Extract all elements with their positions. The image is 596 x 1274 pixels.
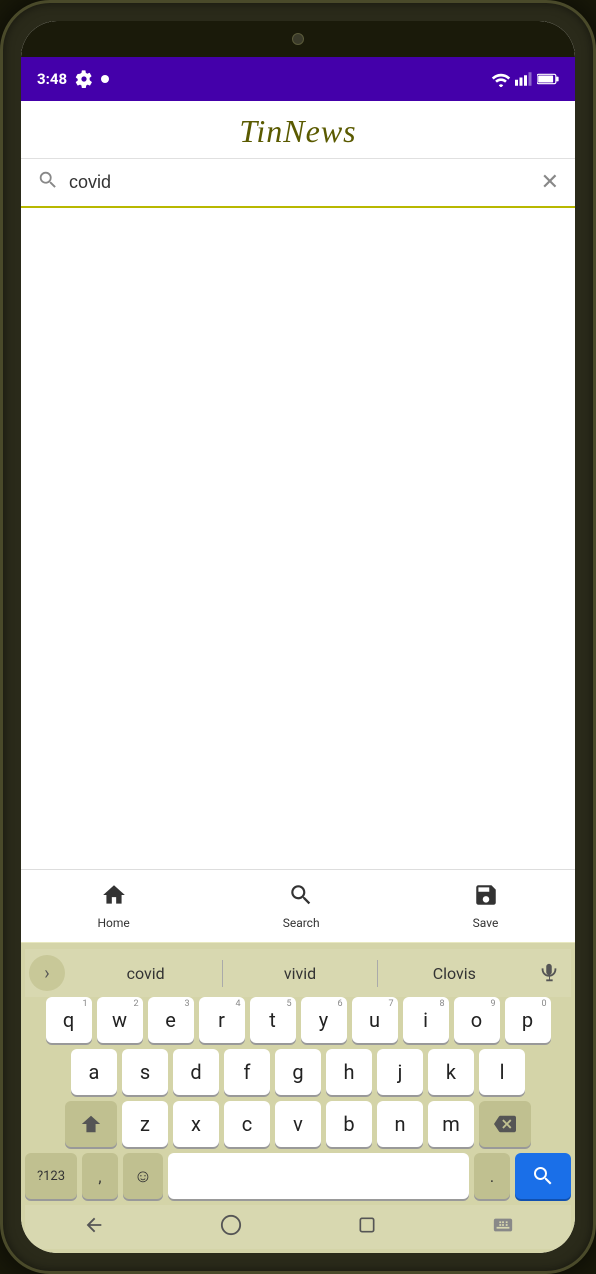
keyboard: › covid vivid Clovis 1q 2w 3e 4r 5t: [21, 943, 575, 1253]
key-shift[interactable]: [65, 1101, 117, 1147]
search-icon: [37, 169, 59, 196]
camera-bar: [21, 21, 575, 57]
key-t[interactable]: 5t: [250, 997, 296, 1043]
key-u[interactable]: 7u: [352, 997, 398, 1043]
key-comma[interactable]: ,: [82, 1153, 118, 1199]
suggestion-word-3[interactable]: Clovis: [378, 960, 531, 987]
key-c[interactable]: c: [224, 1101, 270, 1147]
key-r[interactable]: 4r: [199, 997, 245, 1043]
key-a[interactable]: a: [71, 1049, 117, 1095]
bottom-nav: Home Search Save: [21, 869, 575, 943]
nav-home-circle[interactable]: [220, 1214, 242, 1240]
nav-item-save[interactable]: Save: [449, 878, 523, 934]
key-symbols[interactable]: ?123: [25, 1153, 77, 1199]
key-d[interactable]: d: [173, 1049, 219, 1095]
key-emoji[interactable]: ☺: [123, 1153, 163, 1199]
key-x[interactable]: x: [173, 1101, 219, 1147]
key-row-3: z x c v b n m: [25, 1101, 571, 1147]
status-time: 3:48: [37, 70, 67, 88]
key-w[interactable]: 2w: [97, 997, 143, 1043]
key-b[interactable]: b: [326, 1101, 372, 1147]
search-bar[interactable]: ✕: [21, 159, 575, 208]
camera-dot: [292, 33, 304, 45]
nav-back-icon[interactable]: [83, 1214, 105, 1240]
phone-screen: 3:48: [21, 21, 575, 1253]
key-f[interactable]: f: [224, 1049, 270, 1095]
nav-recents-square[interactable]: [357, 1215, 377, 1239]
battery-icon: [537, 72, 559, 86]
search-input[interactable]: [69, 172, 531, 193]
status-left: 3:48: [37, 70, 109, 88]
key-row-2: a s d f g h j k l: [25, 1049, 571, 1095]
key-n[interactable]: n: [377, 1101, 423, 1147]
status-right: [491, 71, 559, 87]
key-e[interactable]: 3e: [148, 997, 194, 1043]
nav-item-search[interactable]: Search: [259, 878, 344, 934]
nav-search-icon: [288, 882, 314, 914]
phone-frame: 3:48: [0, 0, 596, 1274]
key-h[interactable]: h: [326, 1049, 372, 1095]
key-y[interactable]: 6y: [301, 997, 347, 1043]
app-title: TinNews: [21, 113, 575, 150]
key-g[interactable]: g: [275, 1049, 321, 1095]
nav-label-save: Save: [473, 916, 499, 930]
android-nav-bar: [25, 1205, 571, 1249]
nav-keyboard-icon[interactable]: [492, 1214, 514, 1240]
key-p[interactable]: 0p: [505, 997, 551, 1043]
nav-label-search: Search: [283, 916, 320, 930]
suggestions-row: › covid vivid Clovis: [25, 949, 571, 997]
key-z[interactable]: z: [122, 1101, 168, 1147]
status-bar: 3:48: [21, 57, 575, 101]
key-m[interactable]: m: [428, 1101, 474, 1147]
signal-icon: [515, 71, 533, 87]
key-s[interactable]: s: [122, 1049, 168, 1095]
key-search-button[interactable]: [515, 1153, 571, 1199]
key-period[interactable]: .: [474, 1153, 510, 1199]
key-row-4: ?123 , ☺ .: [25, 1153, 571, 1199]
nav-item-home[interactable]: Home: [73, 878, 153, 934]
app-header: TinNews: [21, 101, 575, 159]
suggestions-arrow[interactable]: ›: [29, 955, 65, 991]
key-i[interactable]: 8i: [403, 997, 449, 1043]
main-content: [21, 208, 575, 869]
wifi-icon: [491, 71, 511, 87]
key-space[interactable]: [168, 1153, 469, 1199]
save-icon: [473, 882, 499, 914]
suggestions-words: covid vivid Clovis: [69, 960, 531, 987]
gear-icon: [75, 70, 93, 88]
home-icon: [101, 882, 127, 914]
key-v[interactable]: v: [275, 1101, 321, 1147]
clear-icon[interactable]: ✕: [541, 170, 559, 195]
suggestion-word-2[interactable]: vivid: [223, 960, 377, 987]
nav-label-home: Home: [97, 916, 129, 930]
key-o[interactable]: 9o: [454, 997, 500, 1043]
key-q[interactable]: 1q: [46, 997, 92, 1043]
suggestion-word-1[interactable]: covid: [69, 960, 223, 987]
key-j[interactable]: j: [377, 1049, 423, 1095]
key-k[interactable]: k: [428, 1049, 474, 1095]
mic-button[interactable]: [531, 955, 567, 991]
notification-dot: [101, 75, 109, 83]
key-l[interactable]: l: [479, 1049, 525, 1095]
key-backspace[interactable]: [479, 1101, 531, 1147]
key-row-1: 1q 2w 3e 4r 5t 6y 7u 8i 9o 0p: [25, 997, 571, 1043]
